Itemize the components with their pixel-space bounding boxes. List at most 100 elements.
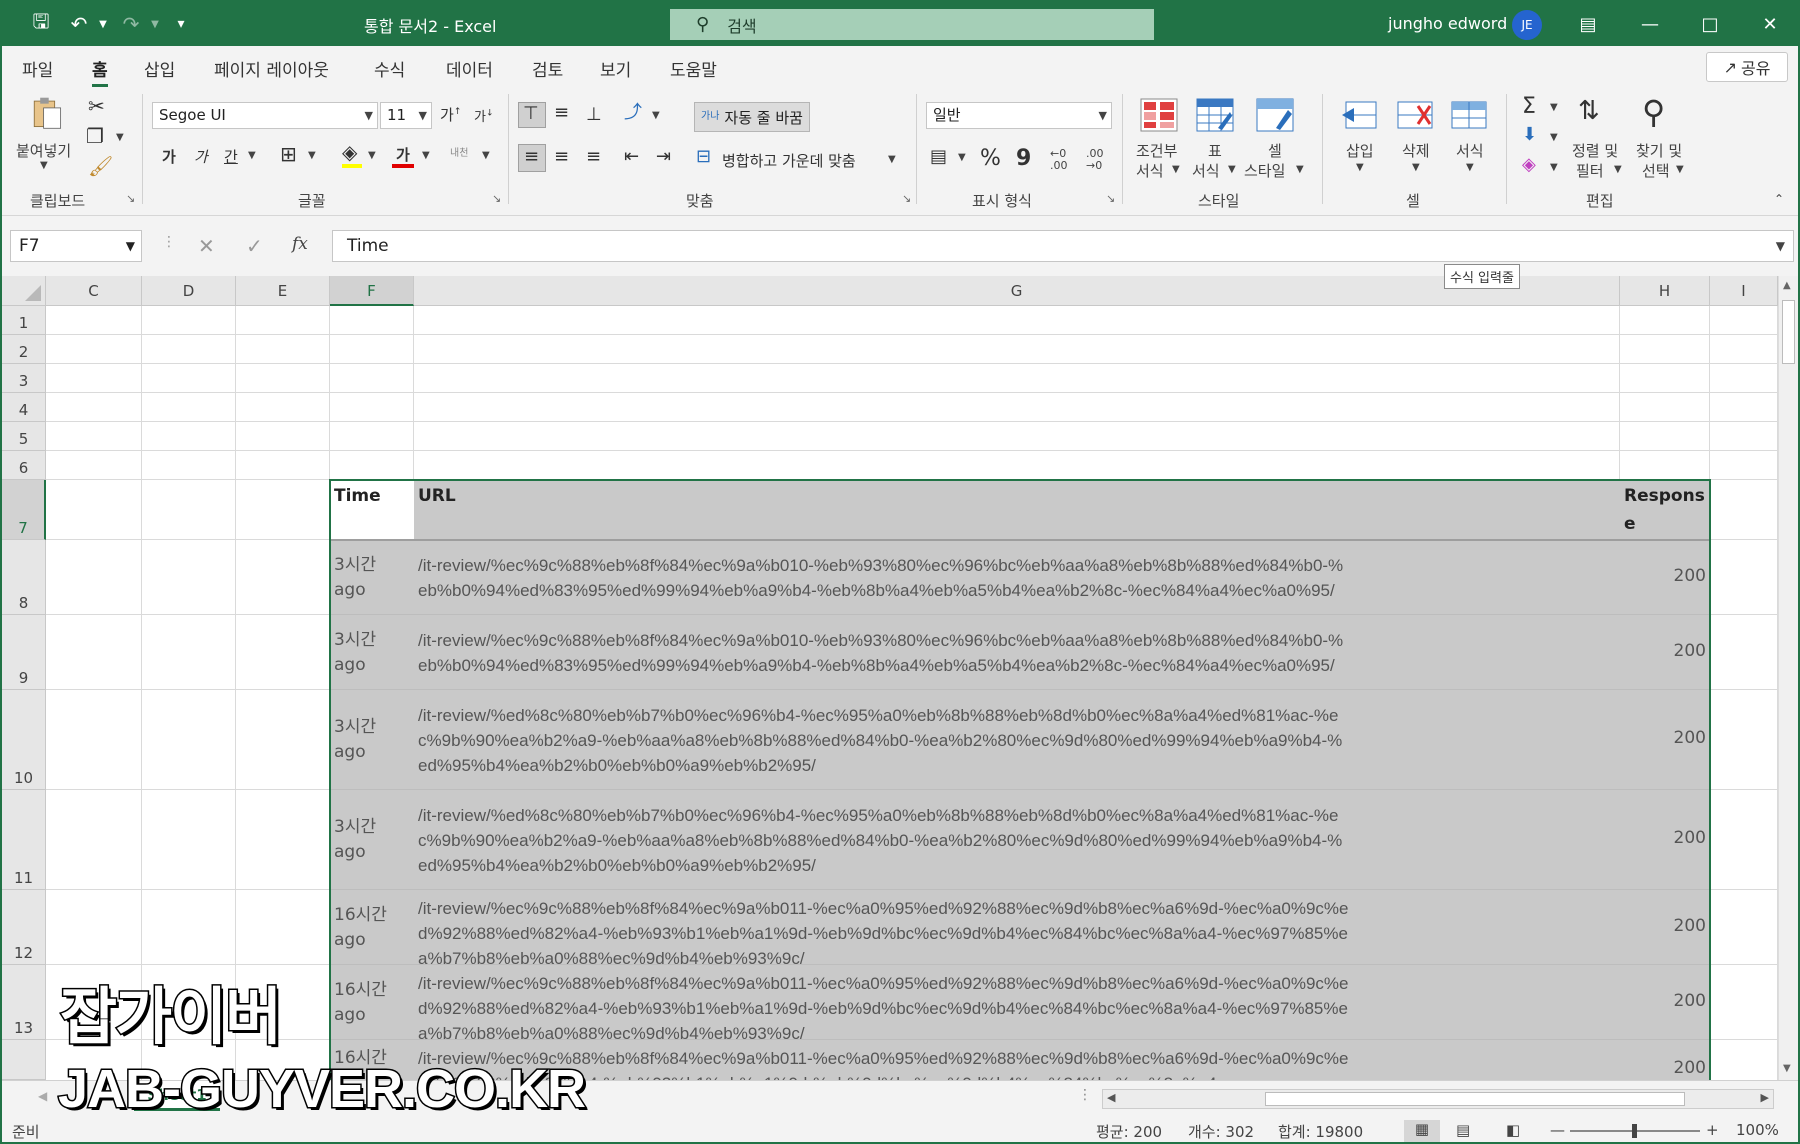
normal-view-icon[interactable]: ▦ [1404,1120,1440,1142]
column-header-i[interactable]: I [1710,276,1778,306]
url-cell[interactable]: /it-review/%ec%9c%88%eb%8f%84%ec%9a%b011… [414,971,1350,1046]
vertical-scrollbar[interactable]: ▲ ▼ [1778,276,1798,1080]
alignment-launcher-icon[interactable]: ↘ [902,192,911,205]
formula-input[interactable]: Time ▼ [332,230,1794,262]
underline-dropdown-icon[interactable]: ▼ [248,150,256,161]
ribbon-display-icon[interactable]: ▤ [1568,8,1608,40]
clear-icon[interactable]: ◈ [1522,156,1536,174]
undo-dropdown-icon[interactable]: ▼ [88,10,118,38]
vertical-scroll-thumb[interactable] [1782,300,1795,364]
header-url[interactable]: URL [414,482,456,510]
expand-formula-icon[interactable]: ▼ [1776,231,1785,261]
phonetic-button[interactable]: 내천 [450,144,468,159]
url-cell[interactable]: /it-review/%ec%9c%88%eb%8f%84%ec%9a%b011… [414,896,1350,971]
url-cell[interactable]: /it-review/%ed%8c%80%eb%b7%b0%ec%96%b4-%… [414,703,1350,778]
tab-formulas[interactable]: 수식 [374,56,405,81]
row-header-13[interactable]: 13 [2,965,46,1040]
zoom-slider-knob[interactable] [1632,1124,1637,1138]
time-cell[interactable]: 3시간 ago [330,715,414,765]
cancel-entry-icon[interactable]: ✕ [198,234,215,258]
copy-dropdown-icon[interactable]: ▼ [116,132,124,143]
insert-function-button[interactable]: fx [292,234,308,254]
tab-insert[interactable]: 삽입 [144,56,175,81]
time-cell[interactable]: 16시간 ago [330,978,414,1028]
underline-button[interactable]: 간 [224,146,238,167]
row-header-8[interactable]: 8 [2,540,46,615]
horizontal-scroll-thumb[interactable] [1265,1092,1685,1106]
response-cell[interactable]: 200 [1620,1058,1710,1078]
column-header-c[interactable]: C [46,276,142,306]
response-cell[interactable]: 200 [1620,991,1710,1011]
row-header-overflow[interactable] [2,1040,46,1080]
row-header-6[interactable]: 6 [2,451,46,480]
decrease-decimal-icon[interactable]: .00 →0 [1086,148,1104,172]
row-header-5[interactable]: 5 [2,422,46,451]
column-header-e[interactable]: E [236,276,330,306]
grow-font-button[interactable]: 가↑ [440,104,461,125]
align-left-button[interactable]: ≡ [518,144,546,172]
merge-dropdown-icon[interactable]: ▼ [888,154,896,165]
prev-sheet-icon[interactable]: ◀ [38,1089,47,1103]
row-header-3[interactable]: 3 [2,364,46,393]
font-name-dropdown[interactable]: Segoe UI ▼ [152,102,378,129]
row-header-10[interactable]: 10 [2,690,46,790]
time-cell[interactable]: 16시간 ago [330,903,414,953]
zoom-level[interactable]: 100% [1736,1121,1779,1139]
column-header-h[interactable]: H [1620,276,1710,306]
tab-help[interactable]: 도움말 [670,56,717,81]
comma-style-button[interactable]: 9 [1016,146,1031,171]
tab-file[interactable]: 파일 [22,56,53,81]
time-cell[interactable]: 3시간 ago [330,628,414,678]
zoom-out-icon[interactable]: — [1550,1121,1565,1139]
clear-dropdown-icon[interactable]: ▼ [1550,162,1558,173]
font-size-dropdown[interactable]: 11 ▼ [380,102,432,129]
response-cell[interactable]: 200 [1620,641,1710,661]
accounting-dropdown-icon[interactable]: ▼ [958,152,966,163]
more-options-icon[interactable]: ⋮ [162,234,176,250]
scroll-up-icon[interactable]: ▲ [1783,280,1791,291]
increase-decimal-icon[interactable]: ←0.00 [1050,148,1068,172]
row-header-4[interactable]: 4 [2,393,46,422]
minimize-icon[interactable]: — [1630,8,1670,40]
status-count[interactable]: 개수: 302 [1188,1121,1254,1142]
autosum-dropdown-icon[interactable]: ▼ [1550,102,1558,113]
avatar[interactable]: JE [1512,10,1542,40]
url-cell[interactable]: /it-review/%ed%8c%80%eb%b7%b0%ec%96%b4-%… [414,803,1350,878]
row-header-12[interactable]: 12 [2,890,46,965]
name-box[interactable]: F7 ▼ [10,230,142,262]
font-launcher-icon[interactable]: ↘ [492,192,501,205]
increase-indent-icon[interactable]: ⇥ [656,148,671,166]
tab-data[interactable]: 데이터 [446,56,493,81]
maximize-icon[interactable]: □ [1690,8,1730,40]
tab-review[interactable]: 검토 [532,56,563,81]
row-header-1[interactable]: 1 [2,306,46,335]
user-name[interactable]: jungho edword [1388,14,1507,33]
page-layout-view-icon[interactable]: ▤ [1456,1121,1470,1139]
number-launcher-icon[interactable]: ↘ [1106,192,1115,205]
font-color-button[interactable]: 가 [396,144,410,165]
align-bottom-icon[interactable]: ⊥ [586,106,602,124]
row-header-7[interactable]: 7 [2,480,46,540]
wrap-text-button[interactable]: 가나 자동 줄 바꿈 [694,102,810,132]
accounting-format-icon[interactable]: ▤ [930,148,947,166]
tab-page-layout[interactable]: 페이지 레이아웃 [214,56,329,81]
cut-icon[interactable]: ✂ [88,96,105,116]
orientation-dropdown-icon[interactable]: ▼ [652,110,660,121]
orientation-icon[interactable]: ⤴ [624,104,642,122]
copy-icon[interactable]: ❐ [86,126,104,146]
fill-icon[interactable]: ⬇ [1522,126,1537,144]
borders-dropdown-icon[interactable]: ▼ [308,150,316,161]
zoom-in-icon[interactable]: + [1706,1121,1719,1139]
confirm-entry-icon[interactable]: ✓ [246,234,263,258]
more-options-icon[interactable]: ⋮ [1078,1087,1092,1103]
fill-color-icon[interactable]: ◈ [342,142,357,162]
tab-view[interactable]: 보기 [600,56,631,81]
collapse-ribbon-icon[interactable]: ⌃ [1774,192,1784,206]
row-header-9[interactable]: 9 [2,615,46,690]
horizontal-scrollbar[interactable]: ◀ ▶ [1102,1089,1774,1109]
scroll-left-icon[interactable]: ◀ [1107,1091,1115,1104]
header-response[interactable]: Respons e [1620,482,1705,538]
response-cell[interactable]: 200 [1620,566,1710,586]
fill-dropdown-icon[interactable]: ▼ [1550,132,1558,143]
align-top-button[interactable]: ⊤ [518,102,546,128]
